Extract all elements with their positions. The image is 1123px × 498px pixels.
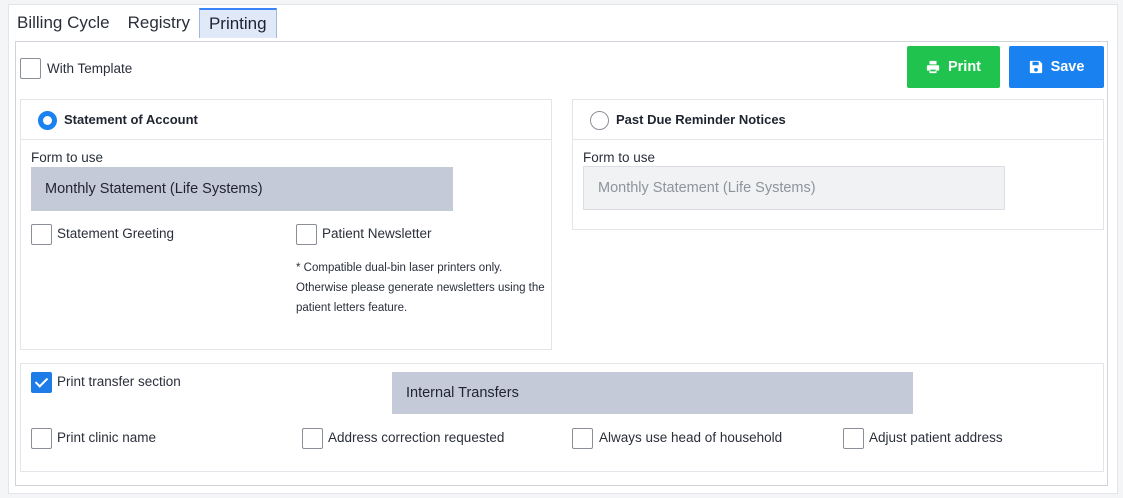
past-due-reminder-box: Past Due Reminder Notices Form to use Mo… xyxy=(572,99,1104,230)
statement-form-select[interactable]: Monthly Statement (Life Systems) xyxy=(31,167,453,211)
past-due-reminder-radio[interactable] xyxy=(590,111,609,130)
statement-of-account-radio[interactable] xyxy=(38,111,57,130)
statement-of-account-box: Statement of Account Form to use Monthly… xyxy=(20,99,552,350)
printer-icon xyxy=(926,60,940,74)
newsletter-note: * Compatible dual-bin laser printers onl… xyxy=(296,262,545,314)
head-of-household-checkbox[interactable] xyxy=(572,428,593,449)
print-clinic-name-checkbox[interactable] xyxy=(31,428,52,449)
adjust-patient-address-checkbox[interactable] xyxy=(843,428,864,449)
statement-greeting-checkbox[interactable] xyxy=(31,224,52,245)
save-button-label: Save xyxy=(1050,59,1085,75)
with-template-label: With Template xyxy=(47,61,133,76)
tab-billing-cycle[interactable]: Billing Cycle xyxy=(8,8,119,38)
patient-newsletter-label: Patient Newsletter xyxy=(322,226,432,241)
transfer-type-select[interactable]: Internal Transfers xyxy=(392,372,913,414)
floppy-disk-icon xyxy=(1029,60,1042,74)
print-button-label: Print xyxy=(947,59,982,75)
tab-registry[interactable]: Registry xyxy=(119,8,199,38)
address-correction-label: Address correction requested xyxy=(328,430,505,445)
print-transfer-section-label: Print transfer section xyxy=(57,374,181,389)
adjust-patient-address-label: Adjust patient address xyxy=(869,430,1003,445)
statement-header: Statement of Account xyxy=(21,100,551,140)
past-due-form-select: Monthly Statement (Life Systems) xyxy=(583,166,1005,210)
statement-form-label: Form to use xyxy=(31,150,104,165)
save-button[interactable]: Save xyxy=(1009,46,1104,88)
print-button[interactable]: Print xyxy=(907,46,1000,88)
printing-panel: With Template Print Save Statement of Ac… xyxy=(15,41,1108,486)
address-correction-checkbox[interactable] xyxy=(302,428,323,449)
statement-greeting-label: Statement Greeting xyxy=(57,226,175,241)
tab-printing[interactable]: Printing xyxy=(198,8,277,38)
with-template-checkbox[interactable] xyxy=(20,58,41,79)
past-due-header: Past Due Reminder Notices xyxy=(573,100,1103,140)
transfer-options-box: Print transfer section Internal Transfer… xyxy=(20,363,1104,472)
statement-of-account-label: Statement of Account xyxy=(64,112,198,127)
past-due-reminder-label: Past Due Reminder Notices xyxy=(616,112,786,127)
tab-bar: Billing Cycle Registry Printing xyxy=(8,8,277,38)
print-transfer-section-checkbox[interactable] xyxy=(31,372,52,393)
patient-newsletter-checkbox[interactable] xyxy=(296,224,317,245)
print-clinic-name-label: Print clinic name xyxy=(57,430,157,445)
head-of-household-label: Always use head of household xyxy=(599,430,783,445)
past-due-form-label: Form to use xyxy=(583,150,656,165)
